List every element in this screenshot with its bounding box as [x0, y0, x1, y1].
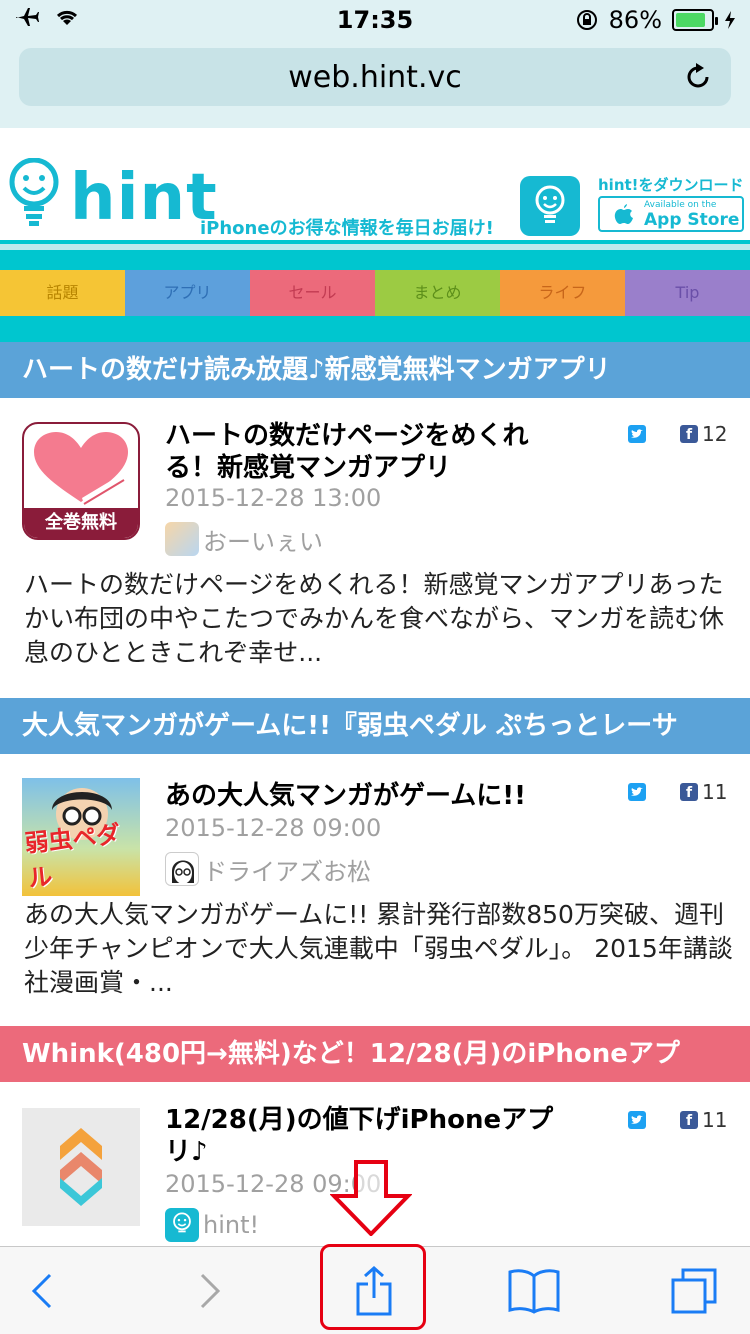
whink-app-icon	[60, 1128, 102, 1206]
section-header-1[interactable]: ハートの数だけ読み放題♪新感覚無料マンガアプリ	[0, 342, 750, 398]
facebook-icon[interactable]: f	[680, 425, 698, 443]
tab-matome[interactable]: まとめ	[375, 270, 500, 316]
back-button[interactable]	[14, 1265, 70, 1317]
apple-icon	[614, 204, 633, 224]
battery-percent: 86%	[608, 6, 662, 34]
article-excerpt-2: あの大人気マンガがゲームに!! 累計発行部数850万突破、週刊少年チャンピオンで…	[24, 900, 733, 997]
book-icon	[508, 1269, 560, 1314]
nav-bottom-band	[0, 316, 750, 342]
author-avatar	[165, 852, 199, 886]
social-counts-1: f 12	[628, 422, 727, 446]
bulb-icon	[535, 185, 565, 223]
author-avatar	[165, 522, 199, 556]
author-name: hint!	[203, 1211, 260, 1239]
social-counts-3: f 11	[628, 1108, 727, 1132]
tab-life[interactable]: ライフ	[500, 270, 625, 316]
tab-tips[interactable]: Tip	[625, 270, 750, 316]
annotation-arrow-icon	[330, 1160, 412, 1236]
header-band	[0, 240, 750, 270]
hint-app-icon[interactable]	[520, 176, 580, 236]
article-author-2[interactable]: ドライアズお松	[165, 852, 371, 886]
article-title-2[interactable]: あの大人気マンガがゲームに!!	[165, 780, 575, 812]
header-band-stripe	[0, 244, 750, 250]
site-logo[interactable]: hint	[70, 166, 218, 230]
tab-apps[interactable]: アプリ	[125, 270, 250, 316]
social-counts-2: f 11	[628, 780, 727, 804]
article-title-1[interactable]: ハートの数だけページをめくれる！新感覚マンガアプリ	[165, 420, 575, 484]
chevron-left-icon	[31, 1273, 52, 1309]
site-header: hint iPhoneのお得な情報を毎日お届け! hint!をダウンロード Av…	[0, 128, 750, 240]
rotation-lock-icon	[576, 10, 597, 30]
author-name: ドライアズお松	[203, 857, 371, 886]
facebook-count: 12	[702, 422, 728, 446]
tabs-button[interactable]	[666, 1265, 722, 1317]
heart-book-icon	[34, 432, 128, 505]
tabs-icon	[671, 1268, 717, 1314]
article-card-1[interactable]: 全巻無料 ハートの数だけページをめくれる！新感覚マンガアプリ 2015-12-2…	[0, 398, 750, 696]
charging-icon	[725, 11, 735, 29]
battery-icon	[672, 9, 718, 31]
article-thumb-3[interactable]	[22, 1108, 140, 1226]
section-header-2[interactable]: 大人気マンガがゲームに!!『弱虫ペダル ぷちっとレーサ	[0, 698, 750, 754]
forward-button[interactable]	[182, 1265, 238, 1317]
bookmarks-button[interactable]	[506, 1265, 562, 1317]
url-text: web.hint.vc	[288, 60, 462, 95]
section-header-3[interactable]: Whink(480円→無料)など！12/28(月)のiPhoneアプ	[0, 1026, 750, 1082]
battery-fill	[676, 13, 706, 27]
annotation-highlight-box	[320, 1244, 426, 1330]
status-right: 86%	[575, 6, 736, 34]
twitter-icon[interactable]	[628, 1111, 646, 1129]
article-thumb-2[interactable]: 弱虫ペダル	[22, 778, 140, 896]
facebook-icon[interactable]: f	[680, 1111, 698, 1129]
status-bar: 17:35 86%	[0, 0, 750, 40]
author-avatar	[165, 1208, 199, 1242]
twitter-icon[interactable]	[628, 425, 646, 443]
tab-topics[interactable]: 話題	[0, 270, 125, 316]
article-excerpt-1: ハートの数だけページをめくれる！新感覚マンガアプリあったかい布団の中やこたつでみ…	[24, 570, 725, 667]
facebook-count: 11	[702, 1108, 728, 1132]
app-store-badge[interactable]: Available on the App Store	[598, 196, 744, 232]
category-tabs: 話題 アプリ セール まとめ ライフ Tip	[0, 270, 750, 316]
thumb-label-2: 弱虫ペダル	[23, 820, 122, 893]
site-tagline: iPhoneのお得な情報を毎日お届け!	[200, 218, 494, 239]
article-title-3[interactable]: 12/28(月)の値下げiPhoneアプリ♪	[165, 1104, 575, 1168]
article-date-2: 2015-12-28 09:00	[165, 814, 382, 842]
article-thumb-1[interactable]: 全巻無料	[22, 422, 140, 540]
address-bar[interactable]: web.hint.vc	[19, 48, 731, 106]
facebook-count: 11	[702, 780, 728, 804]
article-author-3[interactable]: hint!	[165, 1208, 259, 1242]
appstore-small-text: Available on the	[644, 200, 717, 210]
download-text: hint!をダウンロード	[598, 176, 744, 194]
bulb-logo-icon[interactable]	[6, 158, 62, 228]
article-date-1: 2015-12-28 13:00	[165, 484, 382, 512]
article-author-1[interactable]: おーいぇい	[165, 522, 323, 556]
twitter-icon[interactable]	[628, 783, 646, 801]
chevron-right-icon	[200, 1273, 221, 1309]
tab-sale[interactable]: セール	[250, 270, 375, 316]
appstore-big-text: App Store	[644, 210, 740, 230]
browser-header: web.hint.vc	[0, 40, 750, 128]
facebook-icon[interactable]: f	[680, 783, 698, 801]
author-name: おーいぇい	[203, 527, 323, 556]
article-card-2[interactable]: 弱虫ペダル あの大人気マンガがゲームに!! 2015-12-28 09:00 ド…	[0, 754, 750, 1024]
thumb-label-1: 全巻無料	[24, 508, 138, 538]
reload-icon[interactable]	[683, 62, 713, 92]
